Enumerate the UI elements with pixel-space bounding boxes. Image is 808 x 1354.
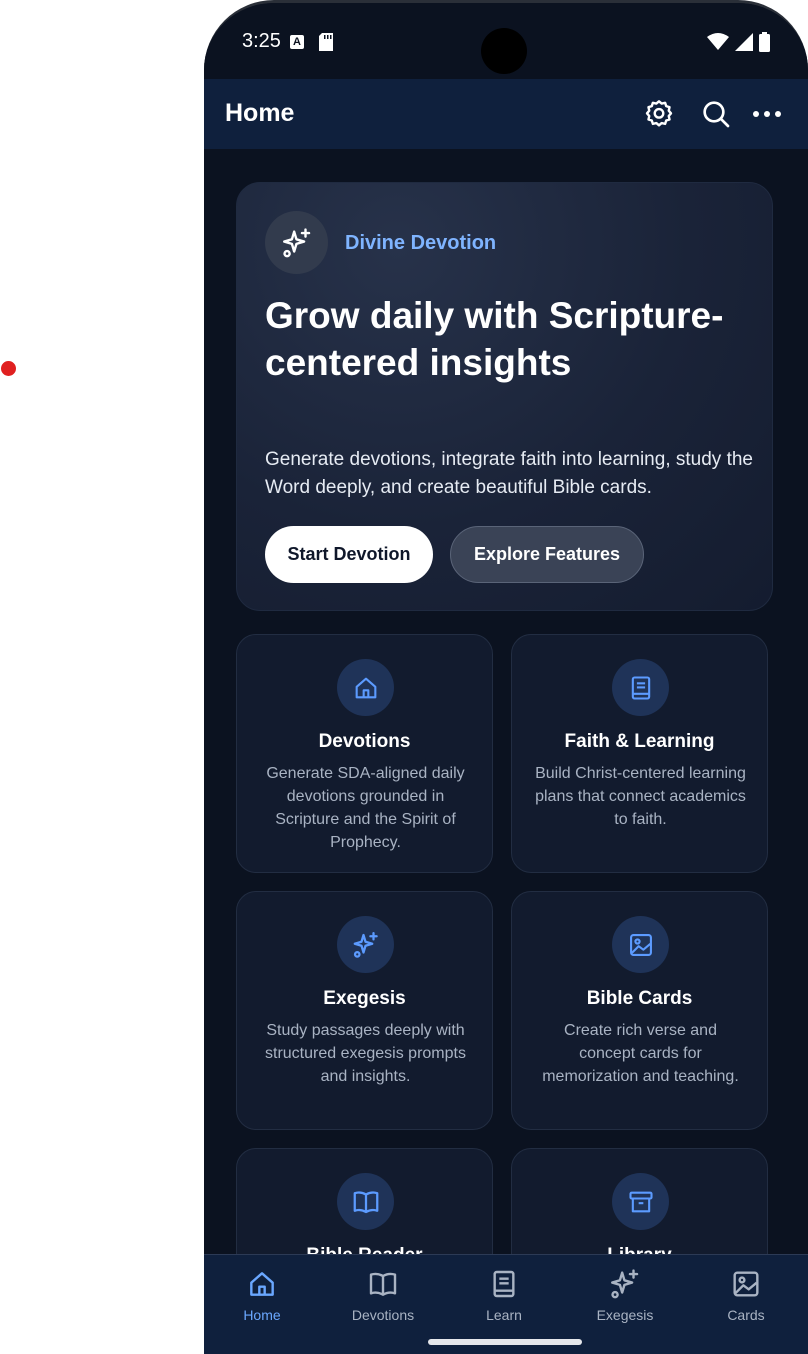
search-icon[interactable] xyxy=(699,97,733,131)
battery-icon xyxy=(759,32,770,57)
gesture-home-indicator[interactable] xyxy=(428,1339,582,1345)
hero-card: Divine Devotion Grow daily with Scriptur… xyxy=(236,182,773,611)
nav-item-learn[interactable]: Learn xyxy=(454,1265,554,1323)
sd-card-icon xyxy=(319,33,333,56)
hero-heading: Grow daily with Scripture-centered insig… xyxy=(265,295,724,383)
bottom-navigation: Home Devotions Learn Exegesis Cards xyxy=(204,1254,808,1354)
feature-card-bible-cards[interactable]: Bible Cards Create rich verse and concep… xyxy=(511,891,768,1130)
card-title: Faith & Learning xyxy=(564,731,715,752)
home-icon xyxy=(337,659,394,716)
card-description: Generate SDA-aligned daily devotions gro… xyxy=(266,765,465,851)
nav-item-home[interactable]: Home xyxy=(212,1265,312,1323)
nav-label: Cards xyxy=(727,1307,765,1323)
card-description: Study passages deeply with structured ex… xyxy=(265,1022,466,1085)
signal-icon xyxy=(735,33,753,56)
nav-label: Devotions xyxy=(351,1307,415,1323)
notification-a-icon: A xyxy=(290,35,304,49)
feature-card-bible-reader[interactable]: Bible Reader xyxy=(236,1148,493,1255)
recording-indicator-dot xyxy=(1,361,16,376)
page-title: Home xyxy=(225,99,295,127)
card-title: Exegesis xyxy=(323,988,406,1009)
brand-name: Divine Devotion xyxy=(345,232,497,254)
card-title: Bible Cards xyxy=(586,988,693,1009)
feature-card-library[interactable]: Library xyxy=(511,1148,768,1255)
sparkles-icon xyxy=(337,916,394,973)
nav-label: Exegesis xyxy=(596,1307,654,1323)
archive-icon xyxy=(612,1173,669,1230)
feature-card-exegesis[interactable]: Exegesis Study passages deeply with stru… xyxy=(236,891,493,1130)
top-app-bar: Home xyxy=(204,79,808,149)
nav-label: Learn xyxy=(486,1307,522,1323)
image-icon xyxy=(612,916,669,973)
more-icon[interactable] xyxy=(750,97,784,131)
card-title: Devotions xyxy=(318,731,411,752)
nav-item-exegesis[interactable]: Exegesis xyxy=(575,1265,675,1323)
camera-cutout xyxy=(481,28,527,74)
status-bar: 3:25 A xyxy=(204,3,808,79)
open-book-icon xyxy=(333,1265,433,1303)
card-description: Create rich verse and concept cards for … xyxy=(542,1022,739,1085)
nav-item-cards[interactable]: Cards xyxy=(696,1265,796,1323)
status-indicators xyxy=(707,32,770,57)
feature-card-faith-learning[interactable]: Faith & Learning Build Christ-centered l… xyxy=(511,634,768,873)
nav-label: Home xyxy=(243,1307,281,1323)
sparkles-icon xyxy=(575,1265,675,1303)
explore-features-button[interactable]: Explore Features xyxy=(450,526,644,583)
status-time: 3:25 xyxy=(242,30,281,52)
phone-screen: 3:25 A Home Divine Devotion Grow daily w… xyxy=(204,0,808,1354)
feature-card-devotions[interactable]: Devotions Generate SDA-aligned daily dev… xyxy=(236,634,493,873)
wifi-icon xyxy=(707,33,729,56)
nav-item-devotions[interactable]: Devotions xyxy=(333,1265,433,1323)
card-description: Build Christ-centered learning plans tha… xyxy=(535,765,746,828)
start-devotion-button[interactable]: Start Devotion xyxy=(265,526,433,583)
book-icon xyxy=(454,1265,554,1303)
open-book-icon xyxy=(337,1173,394,1230)
home-icon xyxy=(212,1265,312,1303)
hero-subtitle: Generate devotions, integrate faith into… xyxy=(265,449,753,498)
book-icon xyxy=(612,659,669,716)
image-icon xyxy=(696,1265,796,1303)
sparkles-icon xyxy=(265,211,328,274)
home-scroll-content[interactable]: Divine Devotion Grow daily with Scriptur… xyxy=(204,149,808,1255)
settings-icon[interactable] xyxy=(642,97,676,131)
